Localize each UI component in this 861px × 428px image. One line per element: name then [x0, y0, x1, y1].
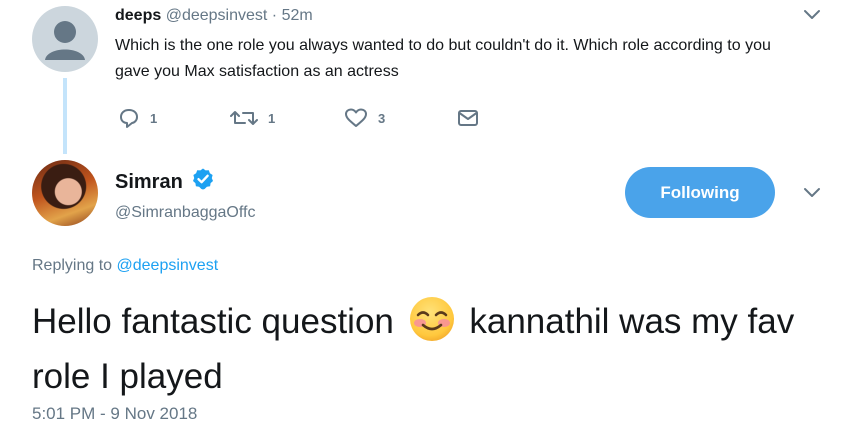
like-action[interactable]: 3: [344, 106, 385, 130]
chevron-down-icon: [804, 10, 820, 19]
parent-author-handle[interactable]: @deepsinvest: [166, 7, 268, 24]
verified-badge-icon: [191, 167, 215, 197]
smiling-face-emoji-icon: [408, 295, 456, 354]
chevron-down-icon: [804, 188, 820, 197]
thread-line: [63, 78, 67, 154]
tweet-timestamp[interactable]: 5:01 PM - 9 Nov 2018: [32, 404, 197, 424]
replying-to-line: Replying to @deepsinvest: [32, 257, 218, 275]
default-avatar-icon: [45, 21, 85, 60]
retweet-count: 1: [268, 110, 276, 126]
following-button[interactable]: Following: [625, 167, 775, 218]
replying-to-mention[interactable]: @deepsinvest: [117, 257, 219, 274]
reply-icon: [120, 109, 138, 128]
like-count: 3: [378, 110, 386, 126]
heart-icon: [345, 108, 367, 127]
envelope-icon: [458, 110, 478, 126]
main-author-handle[interactable]: @SimranbaggaOffc: [115, 203, 255, 223]
main-tweet-text: Hello fantastic question kannathil was m…: [32, 295, 832, 399]
parent-author-name[interactable]: deeps: [115, 7, 161, 24]
parent-tweet-time[interactable]: 52m: [282, 7, 313, 24]
parent-tweet-text: Which is the one role you always wanted …: [115, 37, 771, 80]
direct-message-action[interactable]: [457, 106, 479, 130]
replying-to-label: Replying to: [32, 257, 113, 274]
main-author-avatar[interactable]: [32, 160, 98, 226]
retweet-icon: [230, 111, 258, 125]
retweet-action[interactable]: 1: [230, 106, 275, 130]
reply-count: 1: [150, 110, 158, 126]
header-separator: ·: [271, 7, 278, 24]
parent-avatar[interactable]: [32, 6, 98, 72]
main-tweet-menu-button[interactable]: [803, 186, 821, 204]
main-author-name-row: Simran: [115, 167, 215, 197]
reply-action[interactable]: 1: [118, 106, 157, 130]
parent-tweet-header: deeps @deepsinvest · 52m: [115, 6, 313, 26]
main-author-name[interactable]: Simran: [115, 170, 183, 194]
tweet-text-part-1: Hello fantastic question: [32, 302, 394, 341]
parent-tweet-menu-button[interactable]: [803, 8, 821, 26]
